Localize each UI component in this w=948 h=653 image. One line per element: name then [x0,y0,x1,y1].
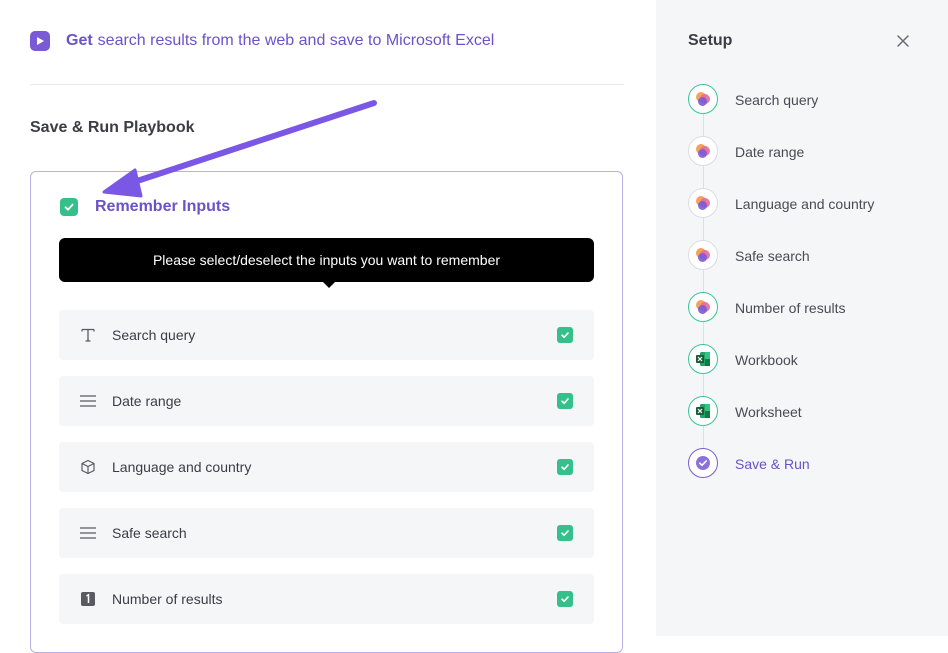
list-icon [78,391,98,411]
check-circle-icon [696,456,710,470]
app-logo-icon [695,143,711,159]
checkmark-icon [64,203,74,211]
step-label: Workbook [735,352,798,368]
header-action: Get [66,32,93,49]
playbook-header: Get search results from the web and save… [30,30,494,52]
input-row-language-country[interactable]: Language and country [59,442,594,492]
app-logo-icon [695,195,711,211]
input-checkbox[interactable] [557,525,573,541]
step-label: Language and country [735,196,875,212]
step-label: Number of results [735,300,846,316]
step-status-circle [688,84,718,114]
remember-inputs-label: Remember Inputs [95,198,231,215]
remember-inputs-row[interactable]: Remember Inputs [60,198,230,216]
step-status-circle [688,396,718,426]
inputs-list: Search query Date range Language and cou… [59,310,594,640]
input-row-search-query[interactable]: Search query [59,310,594,360]
step-workbook[interactable]: Workbook [688,344,874,396]
step-status-circle [688,344,718,374]
text-icon [78,325,98,345]
step-search-query[interactable]: Search query [688,84,874,136]
step-language-country[interactable]: Language and country [688,188,874,240]
input-label: Date range [112,393,182,409]
input-checkbox[interactable] [557,459,573,475]
input-label: Search query [112,327,196,343]
close-icon [897,35,909,47]
input-row-number-of-results[interactable]: Number of results [59,574,594,624]
step-save-run[interactable]: Save & Run [688,448,874,500]
excel-icon [696,352,710,366]
tooltip-tail [323,282,335,288]
app-logo-icon [695,91,711,107]
app-logo-icon [695,247,711,263]
setup-steps: Search query Date range Language and cou… [688,84,874,500]
play-icon[interactable] [30,31,50,51]
step-date-range[interactable]: Date range [688,136,874,188]
step-status-circle [688,448,718,478]
setup-panel: Setup Search query Date range Language a… [656,0,948,636]
step-worksheet[interactable]: Worksheet [688,396,874,448]
remember-inputs-checkbox[interactable] [60,198,78,216]
step-status-circle [688,240,718,270]
step-status-circle [688,188,718,218]
divider [30,84,624,85]
cube-icon [78,457,98,477]
step-label: Safe search [735,248,810,264]
main-panel: Get search results from the web and save… [0,0,656,653]
tooltip: Please select/deselect the inputs you wa… [59,238,594,282]
step-status-circle [688,136,718,166]
section-title: Save & Run Playbook [30,119,195,136]
number-icon [78,589,98,609]
input-checkbox[interactable] [557,591,573,607]
input-checkbox[interactable] [557,393,573,409]
input-row-date-range[interactable]: Date range [59,376,594,426]
excel-icon [696,404,710,418]
step-status-circle [688,292,718,322]
step-number-of-results[interactable]: Number of results [688,292,874,344]
input-label: Safe search [112,525,187,541]
step-label: Search query [735,92,819,108]
step-label: Worksheet [735,404,802,420]
input-label: Number of results [112,591,223,607]
app-logo-icon [695,299,711,315]
input-row-safe-search[interactable]: Safe search [59,508,594,558]
input-checkbox[interactable] [557,327,573,343]
header-description: search results from the web and save to … [97,32,495,49]
step-safe-search[interactable]: Safe search [688,240,874,292]
remember-inputs-card: Remember Inputs Please select/deselect t… [30,171,623,653]
setup-title: Setup [688,32,733,49]
step-label: Save & Run [735,456,810,472]
list-icon [78,523,98,543]
step-label: Date range [735,144,805,160]
input-label: Language and country [112,459,252,475]
tooltip-text: Please select/deselect the inputs you wa… [152,252,501,268]
close-button[interactable] [895,33,911,49]
